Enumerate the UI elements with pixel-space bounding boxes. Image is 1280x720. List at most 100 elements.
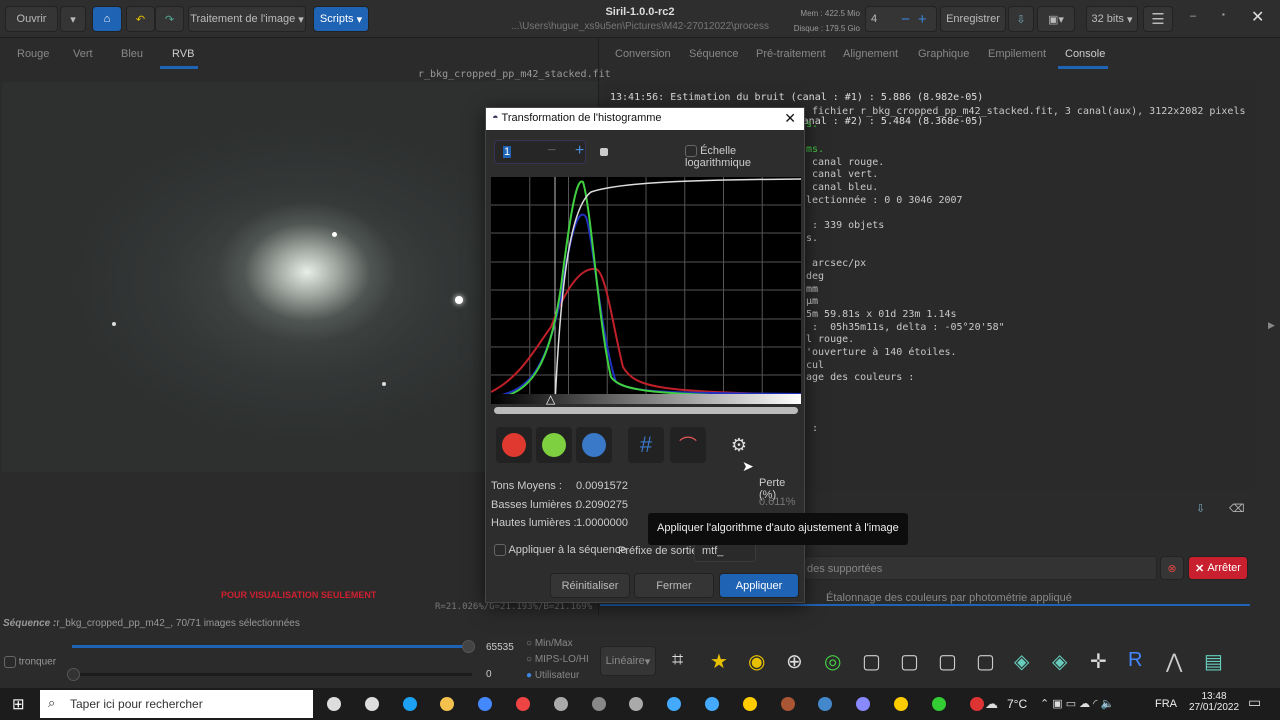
save-as-icon[interactable]: ⇩ <box>1008 6 1034 32</box>
app-icon[interactable] <box>624 692 648 716</box>
min-slider-handle[interactable] <box>67 668 80 681</box>
maximize-icon[interactable]: ▪ <box>1222 10 1225 19</box>
tool-icon[interactable]: ▢ <box>976 649 995 674</box>
app-icon[interactable] <box>700 692 724 716</box>
curve-toggle-icon[interactable]: ⌒ <box>670 427 706 463</box>
siril-icon[interactable] <box>851 692 875 716</box>
tool-icon[interactable]: ▢ <box>938 649 957 674</box>
tab-preprocessing[interactable]: Pré-traitement <box>756 48 826 60</box>
threads-spinbox[interactable]: 4 − + <box>865 6 937 32</box>
tool-icon[interactable]: ▢ <box>900 649 919 674</box>
image-processing-menu[interactable]: Traitement de l'image ▾ <box>188 6 306 32</box>
apply-button[interactable]: Appliquer <box>719 573 799 598</box>
command-input[interactable]: des supportées <box>800 556 1157 580</box>
shadows-value[interactable]: 0.2090275 <box>576 496 628 515</box>
close-button[interactable]: Fermer <box>634 573 714 598</box>
open-button[interactable]: Ouvrir <box>5 6 58 32</box>
zoom-value[interactable]: 1 <box>503 146 512 158</box>
app-icon[interactable] <box>776 692 800 716</box>
plus-icon[interactable]: + <box>918 11 927 28</box>
rgb-align-icon[interactable]: ✛ <box>1090 649 1107 674</box>
highlights-value[interactable]: 1.0000000 <box>576 514 628 533</box>
radio-user[interactable]: ● Utilisateur <box>526 668 589 684</box>
zoom-fit-icon[interactable] <box>600 148 608 156</box>
truncate-checkbox[interactable]: tronquer <box>4 656 56 668</box>
min-slider[interactable] <box>72 673 472 676</box>
tab-stacking[interactable]: Empilement <box>988 48 1046 60</box>
green-channel-toggle[interactable] <box>536 427 572 463</box>
tray-icons[interactable]: ⌃ ▣ ▭ ☁ ◜ 🔈 <box>1040 697 1114 710</box>
star-icon[interactable]: ★ <box>710 649 728 674</box>
crop-icon[interactable]: ⌗ <box>672 649 683 672</box>
tab-console[interactable]: Console <box>1065 48 1105 60</box>
app-icon[interactable] <box>889 692 913 716</box>
collapse-panel-icon[interactable]: ▶ <box>1268 320 1275 331</box>
snapshot-menu[interactable]: ▣▾ <box>1037 6 1075 32</box>
tool-icon[interactable]: ▤ <box>1204 649 1223 674</box>
notifications-icon[interactable]: ▭ <box>1248 694 1261 711</box>
explorer-icon[interactable] <box>435 692 459 716</box>
app-icon[interactable] <box>813 692 837 716</box>
task-view-icon[interactable] <box>322 692 346 716</box>
minus-icon[interactable]: − <box>901 11 910 28</box>
home-icon[interactable]: ⌂ <box>92 6 122 32</box>
clock[interactable]: 13:48 27/01/2022 <box>1185 691 1243 713</box>
histogram-plot[interactable] <box>491 177 801 404</box>
apply-sequence-checkbox[interactable]: Appliquer à la séquence <box>494 544 626 557</box>
red-channel-toggle[interactable] <box>496 427 532 463</box>
tab-green[interactable]: Vert <box>73 48 93 60</box>
shadows-handle[interactable]: △ <box>546 392 555 406</box>
radio-minmax[interactable]: ○ Min/Max <box>526 636 589 652</box>
tool-icon[interactable]: ◈ <box>1052 649 1067 674</box>
taskbar-search-input[interactable]: Taper ici pour rechercher <box>40 690 313 718</box>
spectrum-icon[interactable]: ⋀ <box>1166 649 1182 674</box>
app-icon[interactable] <box>662 692 686 716</box>
chrome-icon[interactable] <box>511 692 535 716</box>
redo-icon[interactable]: ↷ <box>155 6 184 32</box>
undo-icon[interactable]: ↶ <box>126 6 155 32</box>
log-scale-checkbox[interactable]: Échelle logarithmique <box>685 145 804 169</box>
edge-icon[interactable] <box>398 692 422 716</box>
tab-conversion[interactable]: Conversion <box>615 48 671 60</box>
input-language[interactable]: FRA <box>1155 698 1177 710</box>
psf-icon[interactable]: ◉ <box>748 649 765 674</box>
stop-button[interactable]: ✕ Arrêter <box>1188 556 1248 580</box>
zoom-plus-icon[interactable]: + <box>575 142 584 160</box>
tool-icon[interactable]: ◈ <box>1014 649 1029 674</box>
max-slider-handle[interactable] <box>462 640 475 653</box>
zoom-spinbox[interactable]: 1 − + <box>494 140 586 164</box>
close-window-icon[interactable]: ✕ <box>1251 7 1264 27</box>
tab-plot[interactable]: Graphique <box>918 48 969 60</box>
blue-channel-toggle[interactable] <box>576 427 612 463</box>
target-icon[interactable]: ◎ <box>824 649 841 674</box>
bit-depth-menu[interactable]: 32 bits ▾ <box>1086 6 1138 32</box>
hamburger-menu-icon[interactable]: ☰ <box>1143 6 1173 32</box>
tab-registration[interactable]: Alignement <box>843 48 898 60</box>
windows-start-icon[interactable]: ⊞ <box>12 695 25 713</box>
app-icon[interactable] <box>927 692 951 716</box>
display-mode-menu[interactable]: Linéaire ▾ <box>600 646 656 676</box>
grid-toggle-icon[interactable]: # <box>628 427 664 463</box>
weather-temperature[interactable]: 7°C <box>1007 697 1027 711</box>
help-icon[interactable]: ⊗ <box>1160 556 1184 580</box>
scripts-menu[interactable]: Scripts ▾ <box>313 6 369 32</box>
tab-rgb[interactable]: RVB <box>172 48 194 60</box>
store-icon[interactable] <box>473 692 497 716</box>
minimize-icon[interactable]: – <box>1190 10 1196 22</box>
app-icon[interactable] <box>587 692 611 716</box>
midtones-value[interactable]: 0.0091572 <box>576 477 628 496</box>
dialog-close-icon[interactable]: ✕ <box>784 110 796 127</box>
recent-dropdown-button[interactable]: ▾ <box>60 6 86 32</box>
globe-icon[interactable]: ⊕ <box>786 649 803 674</box>
save-log-icon[interactable]: ⇩ <box>1196 502 1205 515</box>
auto-stretch-icon[interactable]: ⚙ <box>724 430 754 460</box>
zoom-minus-icon[interactable]: − <box>547 142 556 160</box>
multitask-icon[interactable] <box>360 692 384 716</box>
histogram-scrollbar[interactable] <box>494 407 798 414</box>
tab-blue[interactable]: Bleu <box>121 48 143 60</box>
save-button[interactable]: Enregistrer <box>940 6 1006 32</box>
tool-icon[interactable]: ▢ <box>862 649 881 674</box>
radio-mips[interactable]: ○ MIPS-LO/HI <box>526 652 589 668</box>
asi-icon[interactable] <box>738 692 762 716</box>
tab-red[interactable]: Rouge <box>17 48 49 60</box>
